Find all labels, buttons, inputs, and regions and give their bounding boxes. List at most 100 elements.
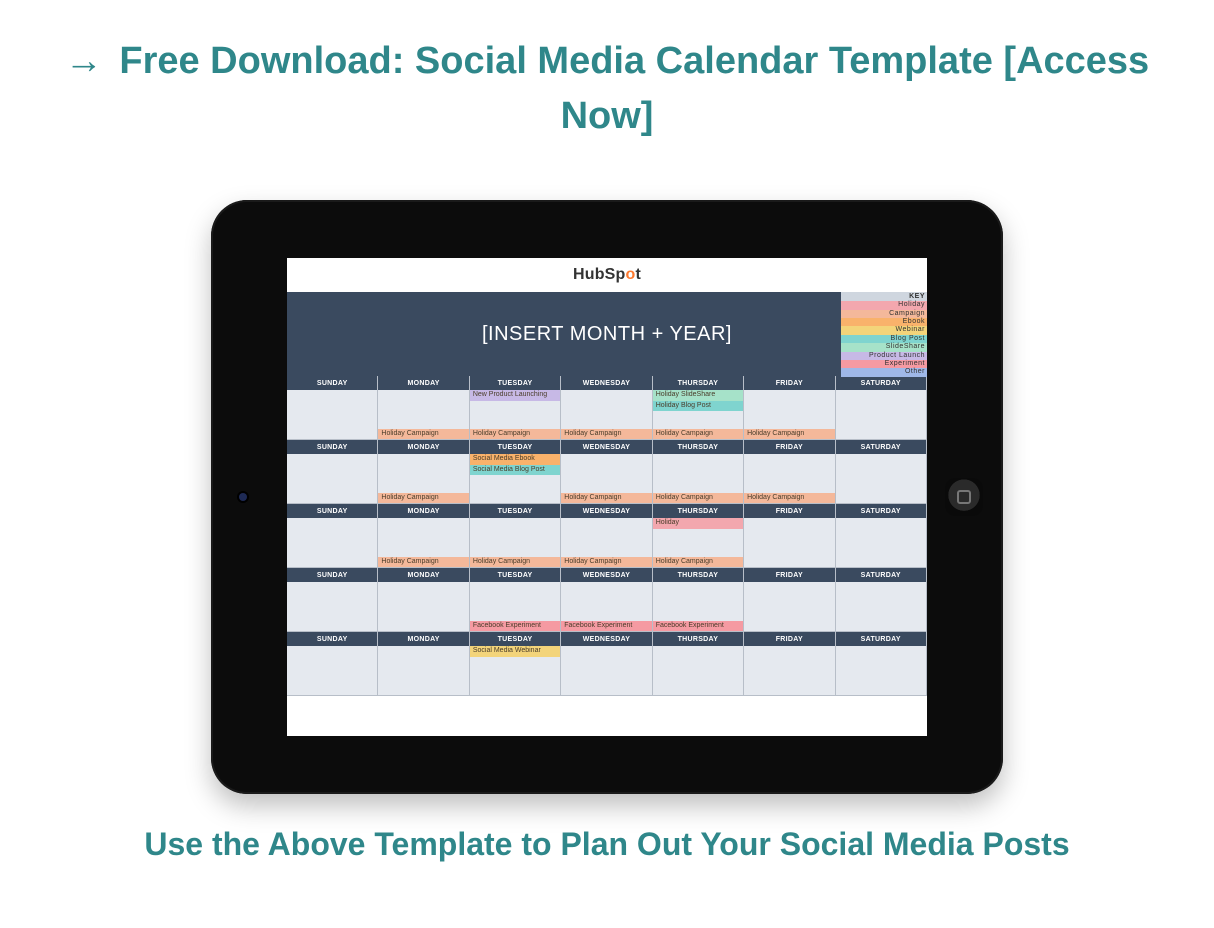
week-row: Social Media Webinar: [287, 646, 927, 696]
week-header: SUNDAYMONDAYTUESDAYWEDNESDAYTHURSDAYFRID…: [287, 504, 927, 518]
legend: KEYHolidayCampaignEbookWebinarBlog PostS…: [841, 292, 927, 377]
day-header: SATURDAY: [836, 376, 927, 390]
legend-item: Ebook: [841, 318, 927, 326]
event-pill: Holiday Campaign: [653, 429, 743, 439]
day-header: MONDAY: [378, 632, 469, 646]
day-header: WEDNESDAY: [561, 504, 652, 518]
event-pill: New Product Launching: [470, 390, 560, 400]
day-header: SATURDAY: [836, 504, 927, 518]
day-header: THURSDAY: [653, 440, 744, 454]
event-pill: Holiday Campaign: [561, 429, 651, 439]
day-cell: [744, 582, 835, 632]
day-header: MONDAY: [378, 440, 469, 454]
day-header: SUNDAY: [287, 440, 378, 454]
day-header: FRIDAY: [744, 632, 835, 646]
day-cell: [561, 646, 652, 696]
day-cell: Holiday Campaign: [744, 454, 835, 504]
day-header: WEDNESDAY: [561, 632, 652, 646]
day-cell: [287, 518, 378, 568]
month-placeholder: [INSERT MONTH + YEAR]: [482, 323, 732, 346]
day-cell: [836, 518, 927, 568]
legend-item: Blog Post: [841, 335, 927, 343]
day-cell: [744, 518, 835, 568]
day-cell: Holiday SlideShareHoliday Blog Post Holid…: [653, 390, 744, 440]
day-cell: Holiday Campaign: [378, 390, 469, 440]
day-header: THURSDAY: [653, 568, 744, 582]
home-button-icon: [945, 478, 983, 516]
day-cell: Facebook Experiment: [470, 582, 561, 632]
event-pill: Holiday Campaign: [561, 493, 651, 503]
day-header: SATURDAY: [836, 568, 927, 582]
download-link[interactable]: → Free Download: Social Media Calendar T…: [0, 0, 1214, 144]
day-header: MONDAY: [378, 568, 469, 582]
day-cell: [836, 646, 927, 696]
event-pill: Holiday Campaign: [470, 429, 560, 439]
day-cell: [287, 646, 378, 696]
day-header: THURSDAY: [653, 632, 744, 646]
day-header: THURSDAY: [653, 504, 744, 518]
day-cell: [378, 646, 469, 696]
day-header: THURSDAY: [653, 376, 744, 390]
event-pill: Holiday SlideShare: [653, 390, 743, 400]
section-heading: Use the Above Template to Plan Out Your …: [0, 794, 1214, 863]
day-header: SUNDAY: [287, 632, 378, 646]
day-header: FRIDAY: [744, 376, 835, 390]
day-cell: Holiday Holiday Campaign: [653, 518, 744, 568]
day-header: FRIDAY: [744, 440, 835, 454]
day-header: SUNDAY: [287, 568, 378, 582]
event-pill: Holiday Campaign: [744, 493, 834, 503]
day-header: SATURDAY: [836, 632, 927, 646]
day-header: SUNDAY: [287, 376, 378, 390]
event-pill: Holiday Campaign: [744, 429, 834, 439]
day-cell: Holiday Campaign: [561, 454, 652, 504]
calendar-title-bar: [INSERT MONTH + YEAR] KEYHolidayCampaign…: [287, 292, 927, 376]
week-header: SUNDAYMONDAYTUESDAYWEDNESDAYTHURSDAYFRID…: [287, 568, 927, 582]
event-pill: Holiday Campaign: [378, 429, 468, 439]
event-pill: Holiday Blog Post: [653, 401, 743, 411]
day-header: WEDNESDAY: [561, 376, 652, 390]
day-cell: Holiday Campaign: [561, 390, 652, 440]
event-pill: Social Media Ebook: [470, 454, 560, 464]
day-header: SATURDAY: [836, 440, 927, 454]
day-cell: Holiday Campaign: [653, 454, 744, 504]
legend-item: Other: [841, 368, 927, 376]
legend-item: Campaign: [841, 310, 927, 318]
day-cell: Holiday Campaign: [378, 454, 469, 504]
week-header: SUNDAYMONDAYTUESDAYWEDNESDAYTHURSDAYFRID…: [287, 376, 927, 390]
arrow-icon: →: [65, 40, 103, 82]
hubspot-logo: HubSpot: [287, 258, 927, 292]
day-cell: Facebook Experiment: [561, 582, 652, 632]
day-header: MONDAY: [378, 504, 469, 518]
day-cell: [287, 582, 378, 632]
event-pill: Holiday Campaign: [378, 557, 468, 567]
event-pill: Facebook Experiment: [561, 621, 651, 631]
tablet-frame: HubSpot [INSERT MONTH + YEAR] KEYHoliday…: [211, 200, 1003, 794]
camera-icon: [239, 493, 247, 501]
day-header: FRIDAY: [744, 568, 835, 582]
day-cell: [836, 390, 927, 440]
week-row: Facebook ExperimentFacebook ExperimentFa…: [287, 582, 927, 632]
day-cell: Social Media Webinar: [470, 646, 561, 696]
day-cell: [836, 582, 927, 632]
week-row: Holiday Campaign New Product Launching Hol…: [287, 390, 927, 440]
day-cell: Holiday Campaign: [744, 390, 835, 440]
day-cell: [287, 454, 378, 504]
event-pill: Social Media Webinar: [470, 646, 560, 656]
event-pill: Holiday Campaign: [653, 557, 743, 567]
day-header: MONDAY: [378, 376, 469, 390]
day-cell: Social Media EbookSocial Media Blog Post: [470, 454, 561, 504]
event-pill: Holiday Campaign: [561, 557, 651, 567]
legend-heading: KEY: [841, 292, 927, 301]
event-pill: Holiday: [653, 518, 743, 528]
day-cell: [287, 390, 378, 440]
day-cell: New Product Launching Holiday Campaign: [470, 390, 561, 440]
day-header: TUESDAY: [470, 440, 561, 454]
day-cell: Holiday Campaign: [470, 518, 561, 568]
day-header: TUESDAY: [470, 568, 561, 582]
day-header: WEDNESDAY: [561, 440, 652, 454]
week-header: SUNDAYMONDAYTUESDAYWEDNESDAYTHURSDAYFRID…: [287, 440, 927, 454]
download-link-text: Free Download: Social Media Calendar Tem…: [119, 40, 1149, 137]
event-pill: Social Media Blog Post: [470, 465, 560, 475]
tablet-screen: HubSpot [INSERT MONTH + YEAR] KEYHoliday…: [287, 258, 927, 736]
legend-item: Product Launch: [841, 352, 927, 360]
